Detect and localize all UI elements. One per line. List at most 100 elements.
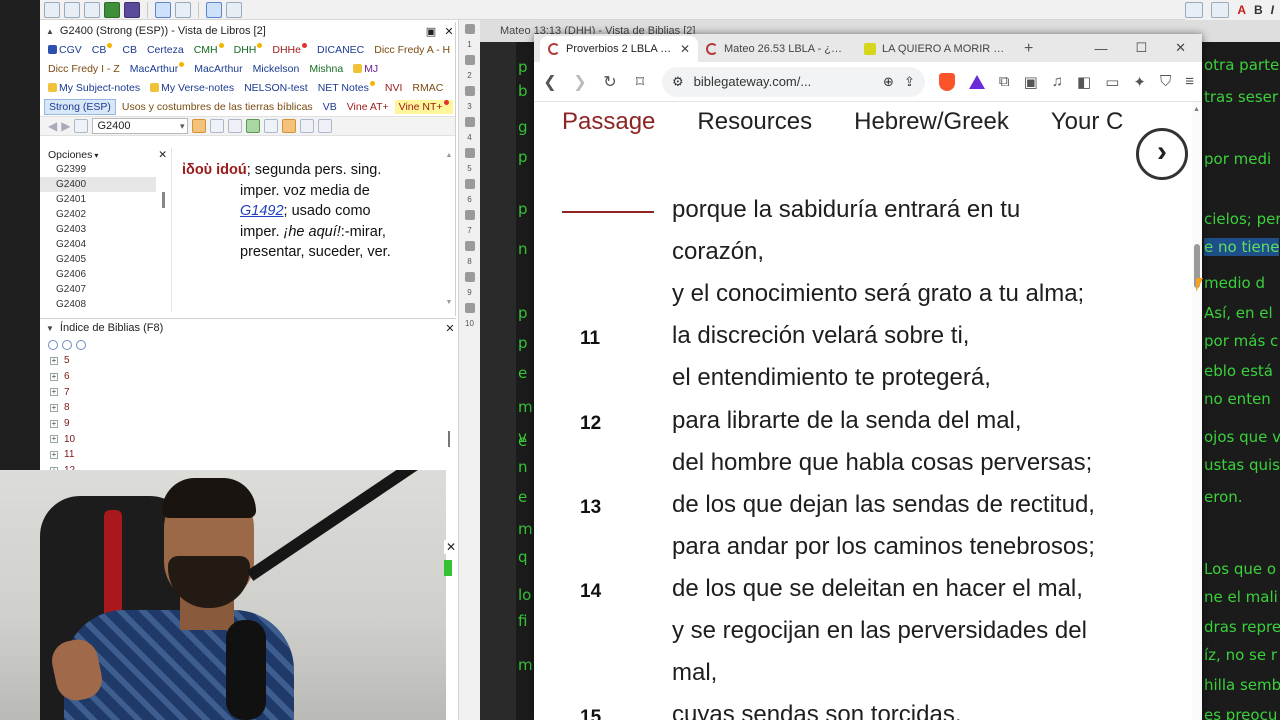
option-item[interactable]: G2402 — [40, 207, 156, 222]
expand-icon[interactable]: + — [50, 450, 58, 459]
close-icon[interactable]: ✕ — [444, 322, 456, 335]
extensions-icon[interactable]: ⧉ — [999, 73, 1010, 90]
resource-tab[interactable]: CGV — [44, 43, 86, 57]
tree-item[interactable]: +6 — [40, 369, 456, 385]
expand-icon[interactable]: + — [50, 419, 58, 428]
back-arrow-icon[interactable]: ◀ — [48, 119, 57, 133]
nav-next-button[interactable]: › — [1136, 128, 1188, 180]
close-icon[interactable]: ✕ — [444, 540, 458, 554]
layout-icon[interactable] — [155, 1, 171, 18]
resource-tab[interactable]: DHH — [230, 42, 267, 57]
resource-tab[interactable]: NET Notes — [314, 80, 379, 95]
collapse-triangle-icon[interactable]: ▲ — [46, 27, 54, 36]
close-tab-icon[interactable]: ✕ — [680, 42, 690, 56]
resource-tab[interactable]: Usos y costumbres de las tierras bíblica… — [118, 100, 317, 114]
minimize-icon[interactable]: — — [1094, 41, 1107, 56]
marker-icon[interactable] — [1211, 2, 1230, 18]
tool-icon[interactable] — [464, 210, 475, 220]
new-tab-button[interactable]: + — [1014, 36, 1043, 62]
copy-icon[interactable] — [210, 119, 225, 133]
forward-arrow-icon[interactable]: ▶ — [61, 119, 70, 133]
resource-tab[interactable]: Certeza — [143, 43, 188, 57]
site-nav-link[interactable]: Passage — [562, 108, 655, 136]
screenshot-icon[interactable]: ▣ — [1024, 73, 1038, 91]
tree-item[interactable]: +9 — [40, 416, 456, 432]
bookmark-icon[interactable]: ⌑ — [632, 72, 648, 92]
back-icon[interactable]: ❮ — [542, 72, 558, 92]
highlight-icon[interactable] — [1185, 2, 1204, 18]
option-item[interactable]: G2400 — [40, 177, 156, 192]
tool-icon[interactable] — [464, 55, 475, 65]
resource-tab[interactable]: CB — [118, 43, 141, 57]
tool-icon[interactable] — [464, 24, 475, 34]
tool-icon[interactable] — [464, 241, 475, 251]
site-nav-link[interactable]: Resources — [697, 108, 812, 136]
option-item[interactable]: G2399 — [40, 162, 156, 177]
scrollbar-thumb[interactable] — [448, 431, 450, 447]
expand-icon[interactable]: + — [50, 372, 58, 381]
maximize-icon[interactable]: ☐ — [1135, 40, 1147, 56]
close-icon[interactable]: ✕ — [1175, 40, 1186, 56]
sync-icon[interactable] — [206, 1, 222, 18]
new-icon[interactable] — [44, 1, 60, 18]
expand-icon[interactable]: + — [50, 403, 58, 412]
paste-icon[interactable] — [84, 1, 100, 18]
resource-tab[interactable]: RMAC — [408, 81, 447, 95]
expand-icon[interactable]: + — [50, 356, 58, 365]
resource-tab[interactable]: MJ — [349, 62, 382, 76]
resource-tab[interactable]: Mickelson — [249, 62, 304, 76]
music-icon[interactable]: ♫ — [1052, 73, 1063, 90]
site-nav-link[interactable]: Your C — [1051, 108, 1124, 136]
option-item[interactable]: G2404 — [40, 237, 156, 252]
resource-tab[interactable]: Dicc Fredy A - H — [370, 43, 454, 57]
print-icon[interactable] — [318, 119, 333, 133]
resource-tab[interactable]: Vine AT+ — [343, 100, 393, 114]
browser-tab[interactable]: Proverbios 2 LBLA - Bible Gateway ✕ — [540, 36, 698, 62]
expand-icon[interactable]: + — [50, 435, 58, 444]
undo-icon[interactable] — [62, 340, 72, 350]
page-scrollbar[interactable]: ▲ — [1192, 102, 1202, 720]
browser-tab[interactable]: LA QUIERO A MORIR - F — [856, 36, 1014, 62]
resource-tab[interactable]: MacArthur — [190, 62, 246, 76]
resource-tab[interactable]: NELSON-test — [240, 81, 312, 95]
options-icon[interactable] — [76, 340, 86, 350]
ai-icon[interactable]: ✦ — [1133, 73, 1146, 91]
option-item[interactable]: G2407 — [40, 282, 156, 297]
site-nav-link[interactable]: Hebrew/Greek — [854, 108, 1009, 136]
tool-icon[interactable] — [464, 148, 475, 158]
forward-icon[interactable]: ❯ — [572, 72, 588, 92]
resource-tab[interactable]: DICANEC — [313, 43, 368, 57]
options-label[interactable]: Opciones — [48, 149, 92, 161]
share-icon[interactable]: ⇪ — [904, 74, 915, 90]
tree-item[interactable]: +7 — [40, 384, 456, 400]
url-field[interactable]: ⚙ biblegateway.com/... ⊕ ⇪ — [662, 66, 925, 97]
prev-next-icon[interactable] — [192, 119, 207, 133]
brave-shield-icon[interactable] — [938, 72, 955, 91]
bold-button[interactable]: B — [1254, 3, 1263, 17]
font-color-icon[interactable]: A — [1237, 3, 1246, 17]
option-item[interactable]: G2408 — [40, 297, 156, 312]
brave-rewards-icon[interactable] — [968, 74, 985, 89]
browser-tab[interactable]: Mateo 26.53 LBLA - ¿O p — [698, 36, 856, 62]
edit-icon[interactable] — [300, 119, 315, 133]
zoom-in-icon[interactable] — [246, 119, 261, 133]
tool-icon[interactable] — [464, 117, 475, 127]
resource-tab[interactable]: Strong (ESP) — [44, 98, 116, 115]
definition-scrollbar[interactable]: ▲ ▼ — [445, 152, 453, 312]
copy-icon[interactable] — [64, 1, 80, 18]
split-icon[interactable] — [226, 1, 242, 18]
close-icon[interactable]: ✕ — [158, 149, 167, 161]
resource-tab[interactable]: Vine NT+ — [394, 99, 453, 114]
resource-tab[interactable]: VB — [319, 100, 341, 114]
window-icon[interactable] — [175, 1, 191, 18]
sidebar-icon[interactable]: ◧ — [1077, 73, 1091, 91]
option-item[interactable]: G2403 — [40, 222, 156, 237]
reload-icon[interactable]: ↻ — [602, 72, 618, 92]
zoom-icon[interactable]: ⊕ — [883, 74, 894, 90]
option-item[interactable]: G2405 — [40, 252, 156, 267]
option-item[interactable]: G2401 — [40, 192, 156, 207]
maximize-icon[interactable]: ▣ — [425, 25, 437, 38]
wallet-icon[interactable]: ▭ — [1105, 73, 1119, 91]
topic-combo[interactable]: G2400 — [92, 118, 189, 134]
panel-toggle-icon[interactable] — [74, 119, 89, 133]
